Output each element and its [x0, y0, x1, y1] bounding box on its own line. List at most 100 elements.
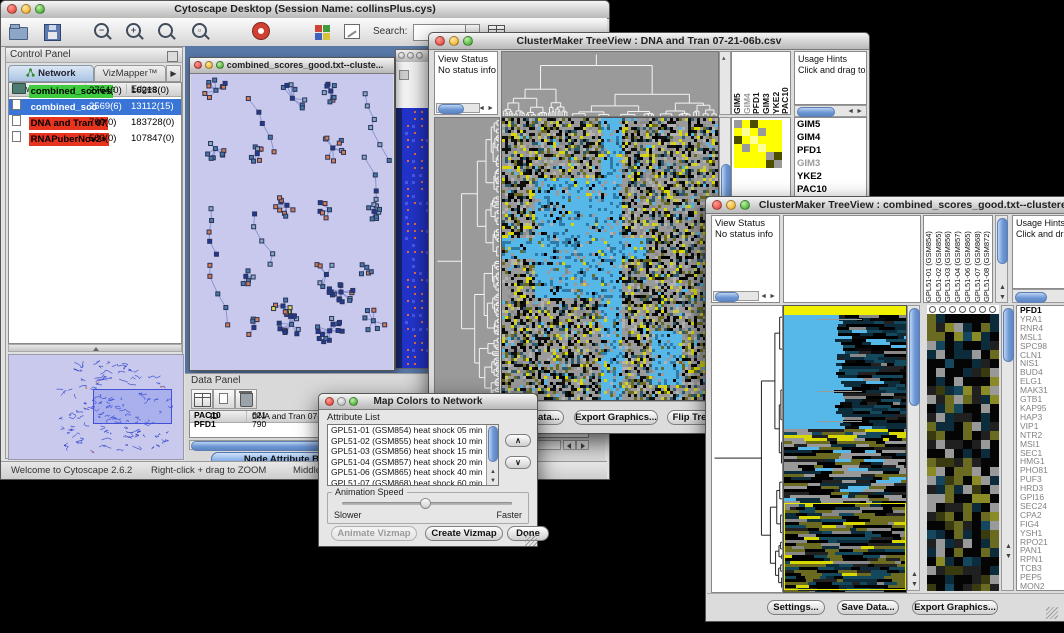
vizmapper-palette-icon[interactable] — [311, 21, 335, 43]
slider-thumb[interactable] — [420, 498, 431, 509]
tv2-top-vscrollbar[interactable]: ▲▼ — [995, 215, 1008, 303]
settings-button[interactable]: Settings... — [767, 600, 825, 615]
gene-label[interactable]: GIM4 — [795, 131, 866, 144]
gene-label[interactable]: YKE2 — [795, 170, 866, 183]
tv1-global-heatmap[interactable] — [501, 117, 719, 401]
attribute-list-item[interactable]: GPL51-06 (GSM865) heat shock 40 min — [328, 467, 498, 478]
network-table-row[interactable]: RNAPuberNov2+ 563(0) 107847(0) — [9, 131, 181, 147]
tv2-column-dendrogram-area[interactable] — [783, 215, 921, 303]
tv2-global-heatmap[interactable] — [783, 305, 907, 593]
tv1-zoom-matrix[interactable] — [734, 120, 782, 168]
tv2-heatmap-vscrollbar[interactable]: ▲▼ — [907, 305, 920, 591]
help-lifesaver-icon[interactable] — [251, 21, 275, 43]
tab-vizmapper[interactable]: VizMapper™ — [94, 65, 166, 82]
export-graphics-button[interactable]: Export Graphics... — [574, 410, 658, 425]
save-data-button[interactable]: Save Data... — [837, 600, 899, 615]
network-table-row[interactable]: combined_scores 2764(0) 16218(0) — [9, 83, 181, 99]
column-label[interactable]: PAC10 — [780, 52, 790, 114]
column-label[interactable]: GPL51-01 (GSM854) — [924, 216, 934, 302]
gene-label[interactable]: PAC10 — [795, 183, 866, 196]
open-file-icon[interactable] — [7, 21, 31, 43]
gene-label[interactable]: GIM3 — [795, 157, 866, 170]
attribute-list-item[interactable]: GPL51-01 (GSM854) heat shock 05 min — [328, 425, 498, 436]
new-attribute-icon[interactable] — [213, 389, 235, 409]
minimize-button[interactable] — [726, 200, 736, 210]
gene-label[interactable]: PFD1 — [795, 144, 866, 157]
close-button[interactable] — [325, 397, 334, 406]
tv2-status-hscrollbar[interactable] — [713, 291, 759, 301]
close-button[interactable] — [435, 36, 445, 46]
tv1-row-dendrogram[interactable] — [434, 117, 500, 401]
attribute-list-item[interactable]: GPL51-07 (GSM868) heat shock 60 min — [328, 478, 498, 487]
column-label[interactable]: YKE2 — [771, 52, 781, 114]
zoom-in-icon[interactable]: + — [123, 21, 147, 43]
dialog-titlebar[interactable]: Map Colors to Network — [319, 394, 537, 410]
zoom-button[interactable] — [216, 61, 224, 69]
gene-label[interactable]: GIM5 — [795, 118, 866, 131]
network-graph-canvas[interactable] — [191, 74, 393, 370]
list-vscrollbar[interactable]: ▲▼ — [486, 425, 498, 485]
dense-grid-network-canvas[interactable] — [396, 108, 430, 368]
scroll-arrows[interactable]: ► — [487, 105, 494, 112]
column-label[interactable]: GPL51-03 (GSM856) — [943, 216, 953, 302]
network-window-titlebar[interactable]: combined_scores_good.txt--cluste... — [190, 58, 394, 74]
zoom-button[interactable] — [463, 36, 473, 46]
scroll-left-arrow[interactable] — [563, 440, 576, 450]
delete-attribute-icon[interactable] — [235, 389, 257, 409]
column-label[interactable]: GPL51-07 (GSM868) — [973, 216, 983, 302]
treeview1-titlebar[interactable]: ClusterMaker TreeView : DNA and Tran 07-… — [429, 33, 869, 50]
tv2-hints-hscrollbar[interactable] — [1012, 289, 1064, 303]
attribute-listbox[interactable]: GPL51-01 (GSM854) heat shock 05 minGPL51… — [327, 424, 499, 486]
attribute-list-item[interactable]: GPL51-04 (GSM857) heat shock 20 min — [328, 457, 498, 468]
table-mode-icon[interactable] — [191, 389, 213, 409]
tv2-zoom-heatmap[interactable] — [927, 314, 999, 591]
animate-vizmap-button[interactable]: Animate Vizmap — [331, 526, 417, 541]
column-label[interactable]: GPL51-06 (GSM865) — [963, 216, 973, 302]
minimize-button[interactable] — [21, 4, 31, 14]
main-title-bar[interactable]: Cytoscape Desktop (Session Name: collins… — [1, 1, 609, 19]
export-graphics-button[interactable]: Export Graphics... — [912, 600, 998, 615]
close-button[interactable] — [398, 52, 405, 59]
float-panel-icon[interactable] — [167, 51, 178, 62]
tv1-hints-hscrollbar[interactable]: ◄► — [794, 105, 867, 117]
tv1-top-scroll-track[interactable]: ▴ — [719, 51, 731, 115]
zoom-button[interactable] — [35, 4, 45, 14]
column-label[interactable]: PFD1 — [751, 52, 761, 114]
close-button[interactable] — [712, 200, 722, 210]
attribute-list-item[interactable]: GPL51-03 (GSM856) heat shock 15 min — [328, 446, 498, 457]
attribute-list-item[interactable]: GPL51-02 (GSM855) heat shock 10 min — [328, 436, 498, 447]
scroll-arrows[interactable]: ◄ — [478, 105, 485, 112]
column-label[interactable]: GPL51-04 (GSM857) — [953, 216, 963, 302]
column-label[interactable]: GIM5 — [732, 52, 742, 114]
close-button[interactable] — [194, 61, 202, 69]
window-controls[interactable] — [194, 61, 224, 69]
scroll-right-arrow[interactable] — [576, 440, 589, 450]
column-label[interactable]: GIM4 — [742, 52, 752, 114]
animation-speed-slider[interactable] — [342, 502, 512, 505]
gene-label[interactable]: MON2 — [1017, 582, 1064, 591]
network-table-row[interactable]: DNA and Tran 07 769(0) 183728(0) — [9, 115, 181, 131]
window-controls[interactable] — [7, 4, 45, 14]
move-down-button[interactable]: ∨ — [505, 456, 531, 469]
tab-overflow-arrow[interactable]: ▶ — [166, 65, 181, 82]
tv2-zoom-vscrollbar[interactable]: ▲▼ — [1001, 305, 1014, 591]
birdseye-overview-canvas[interactable] — [8, 354, 184, 460]
close-button[interactable] — [7, 4, 17, 14]
column-label[interactable]: GPL51-02 (GSM855) — [934, 216, 944, 302]
tv1-column-dendrogram[interactable] — [501, 51, 719, 117]
zoom-fit-icon[interactable] — [155, 21, 179, 43]
zoom-selected-icon[interactable]: ▫ — [189, 21, 213, 43]
zoom-button[interactable] — [416, 52, 423, 59]
tab-network[interactable]: Network — [8, 65, 94, 82]
create-vizmap-button[interactable]: Create Vizmap — [425, 526, 503, 541]
annotation-icon[interactable] — [341, 21, 365, 43]
resize-grip[interactable] — [1046, 607, 1058, 619]
panel-splitter[interactable] — [8, 344, 182, 352]
background-network-window[interactable] — [395, 49, 431, 369]
tv1-status-hscrollbar[interactable] — [436, 103, 480, 113]
minimize-button[interactable] — [407, 52, 414, 59]
resize-grip[interactable] — [525, 534, 537, 546]
scroll-thumb[interactable] — [997, 218, 1008, 264]
move-up-button[interactable]: ∧ — [505, 434, 531, 447]
scroll-thumb[interactable] — [488, 426, 498, 462]
